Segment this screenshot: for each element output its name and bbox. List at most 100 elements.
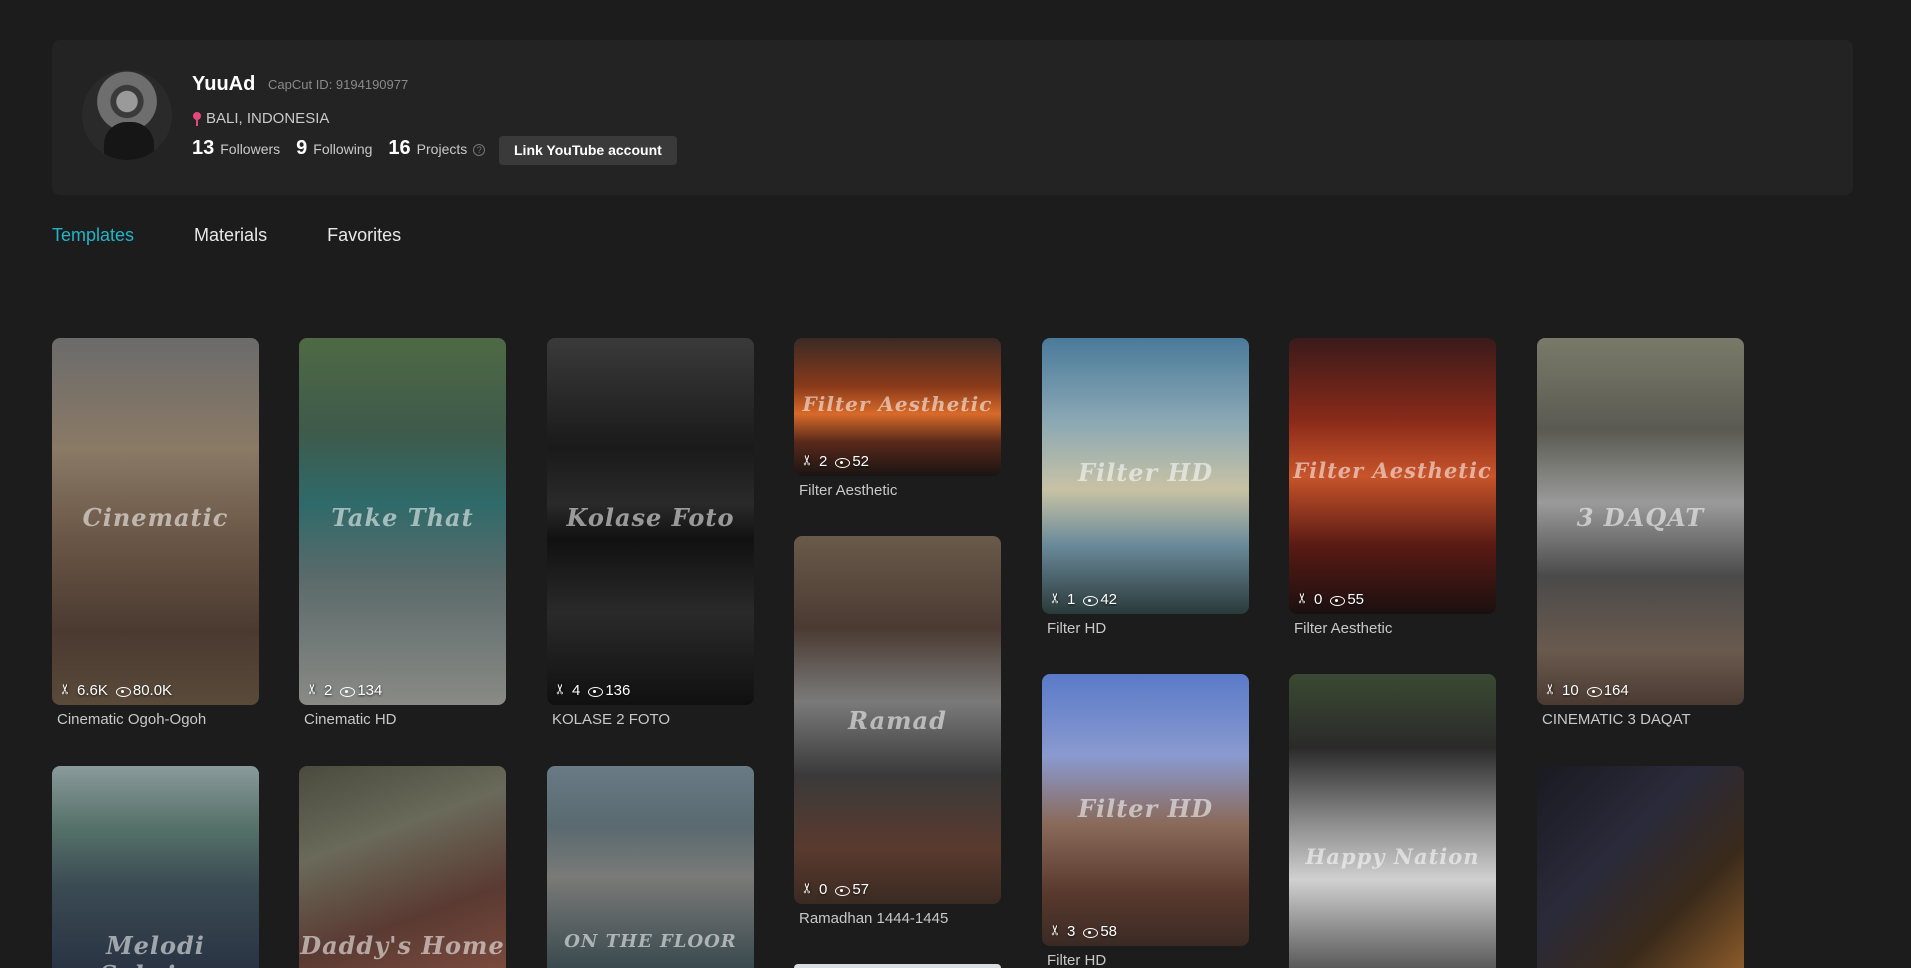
views-count: 164 — [1603, 682, 1629, 699]
template-card[interactable]: Melodi Sabrina — [52, 766, 259, 968]
template-card[interactable]: Filter Aesthetic 2 52 Filter Aesthetic — [794, 338, 1001, 499]
scissors-icon — [1297, 593, 1310, 606]
uses-count: 6.6K — [77, 682, 108, 699]
views-count: 57 — [852, 881, 870, 898]
uses-count: 1 — [1067, 591, 1076, 608]
template-title[interactable]: KOLASE 2 FOTO — [547, 711, 754, 728]
scissors-icon — [60, 684, 73, 697]
template-card[interactable]: ON THE FLOOR — [547, 766, 754, 968]
template-thumbnail[interactable]: Ramad 0 57 — [794, 536, 1001, 904]
template-stats: 1 42 — [1050, 591, 1117, 608]
template-thumbnail[interactable]: Take That 2 134 — [299, 338, 506, 705]
eye-icon — [588, 684, 604, 697]
template-stats: 4 136 — [555, 682, 630, 699]
template-title[interactable]: Cinematic Ogoh-Ogoh — [52, 711, 259, 728]
eye-icon — [115, 684, 131, 697]
template-thumbnail[interactable] — [794, 964, 1001, 968]
thumbnail-watermark: Filter Aesthetic — [1293, 458, 1492, 483]
template-thumbnail[interactable] — [1537, 766, 1744, 968]
template-thumbnail[interactable]: Filter Aesthetic 0 55 — [1289, 338, 1496, 614]
template-card[interactable] — [1537, 766, 1744, 968]
template-thumbnail[interactable]: Filter HD 3 58 — [1042, 674, 1249, 946]
template-card[interactable]: Daddy's Home — [299, 766, 506, 968]
views-count: 136 — [605, 682, 631, 699]
help-icon[interactable]: ? — [473, 144, 486, 156]
scissors-icon — [802, 455, 815, 468]
template-title[interactable]: Cinematic HD — [299, 711, 506, 728]
uses-count: 0 — [1314, 591, 1323, 608]
views-count: 42 — [1100, 591, 1118, 608]
capcut-id: CapCut ID: 9194190977 — [268, 77, 409, 92]
template-title[interactable]: Filter HD — [1042, 952, 1249, 968]
thumbnail-watermark: Cinematic — [82, 503, 229, 532]
template-title[interactable]: Filter Aesthetic — [794, 482, 1001, 499]
scissors-icon — [307, 684, 320, 697]
thumbnail-watermark: Filter Aesthetic — [802, 392, 993, 416]
template-thumbnail[interactable]: Cinematic 6.6K 80.0K — [52, 338, 259, 705]
template-card[interactable]: Kolase Foto 4 136 KOLASE 2 FOTO — [547, 338, 754, 728]
uses-count: 10 — [1562, 682, 1579, 699]
template-card[interactable]: Filter Aesthetic 0 55 Filter Aesthetic — [1289, 338, 1496, 637]
avatar[interactable] — [82, 70, 172, 160]
thumbnail-watermark: ON THE FLOOR — [564, 931, 737, 952]
projects-label: Projects — [416, 141, 468, 157]
template-thumbnail[interactable]: Filter HD 1 42 — [1042, 338, 1249, 614]
tab-favorites[interactable]: Favorites — [327, 225, 401, 246]
uses-count: 4 — [572, 682, 581, 699]
scissors-icon — [1050, 593, 1063, 606]
eye-icon — [835, 455, 851, 468]
template-stats: 10 164 — [1545, 682, 1629, 699]
template-card[interactable]: Filter HD 1 42 Filter HD — [1042, 338, 1249, 637]
following-label[interactable]: Following — [313, 141, 372, 157]
template-thumbnail[interactable]: Happy Nation — [1289, 674, 1496, 968]
thumbnail-watermark: Take That — [331, 503, 474, 532]
template-thumbnail[interactable]: Filter Aesthetic 2 52 — [794, 338, 1001, 476]
eye-icon — [1330, 593, 1346, 606]
template-stats: 2 52 — [802, 453, 869, 470]
thumbnail-watermark: Filter HD — [1077, 458, 1214, 487]
thumbnail-watermark: Melodi Sabrina — [100, 931, 210, 968]
template-thumbnail[interactable]: Melodi Sabrina — [52, 766, 259, 968]
tab-templates[interactable]: Templates — [52, 225, 134, 246]
template-thumbnail[interactable]: ON THE FLOOR — [547, 766, 754, 968]
scissors-icon — [1050, 925, 1063, 938]
link-youtube-button[interactable]: Link YouTube account — [499, 136, 677, 165]
scissors-icon — [1545, 684, 1558, 697]
template-card[interactable]: 3 DAQAT 10 164 CINEMATIC 3 DAQAT — [1537, 338, 1744, 728]
eye-icon — [1083, 925, 1099, 938]
template-title[interactable]: Ramadhan 1444-1445 — [794, 910, 1001, 927]
template-thumbnail[interactable]: Daddy's Home — [299, 766, 506, 968]
views-count: 55 — [1347, 591, 1365, 608]
location-pin-icon — [192, 111, 202, 126]
views-count: 134 — [357, 682, 383, 699]
template-stats: 0 55 — [1297, 591, 1364, 608]
template-title[interactable]: CINEMATIC 3 DAQAT — [1537, 711, 1744, 728]
template-card[interactable]: Happy Nation — [1289, 674, 1496, 968]
location-text: BALI, INDONESIA — [206, 110, 330, 127]
scissors-icon — [555, 684, 568, 697]
eye-icon — [1083, 593, 1099, 606]
thumbnail-watermark: Ramad — [848, 706, 947, 735]
uses-count: 3 — [1067, 923, 1076, 940]
template-card[interactable]: Ramad 0 57 Ramadhan 1444-1445 — [794, 536, 1001, 927]
profile-stats: 13 Followers 9 Following 16 Projects ? — [192, 137, 501, 160]
template-title[interactable]: Filter Aesthetic — [1289, 620, 1496, 637]
template-card[interactable] — [794, 964, 1001, 968]
thumbnail-watermark: Kolase Foto — [566, 503, 735, 532]
template-card[interactable]: Take That 2 134 Cinematic HD — [299, 338, 506, 728]
template-card[interactable]: Cinematic 6.6K 80.0K Cinematic Ogoh-Ogoh — [52, 338, 259, 728]
following-count[interactable]: 9 — [296, 137, 307, 160]
template-thumbnail[interactable]: Kolase Foto 4 136 — [547, 338, 754, 705]
page: YuuAd CapCut ID: 9194190977 BALI, INDONE… — [0, 0, 1911, 968]
followers-count[interactable]: 13 — [192, 137, 214, 160]
tab-materials[interactable]: Materials — [194, 225, 267, 246]
thumbnail-watermark: Happy Nation — [1305, 844, 1480, 869]
template-thumbnail[interactable]: 3 DAQAT 10 164 — [1537, 338, 1744, 705]
template-title[interactable]: Filter HD — [1042, 620, 1249, 637]
tab-bar: Templates Materials Favorites — [52, 225, 401, 246]
template-card[interactable]: Filter HD 3 58 Filter HD — [1042, 674, 1249, 968]
profile-card: YuuAd CapCut ID: 9194190977 BALI, INDONE… — [52, 40, 1853, 195]
thumbnail-watermark: 3 DAQAT — [1576, 503, 1705, 532]
followers-label[interactable]: Followers — [220, 141, 280, 157]
views-count: 52 — [852, 453, 870, 470]
